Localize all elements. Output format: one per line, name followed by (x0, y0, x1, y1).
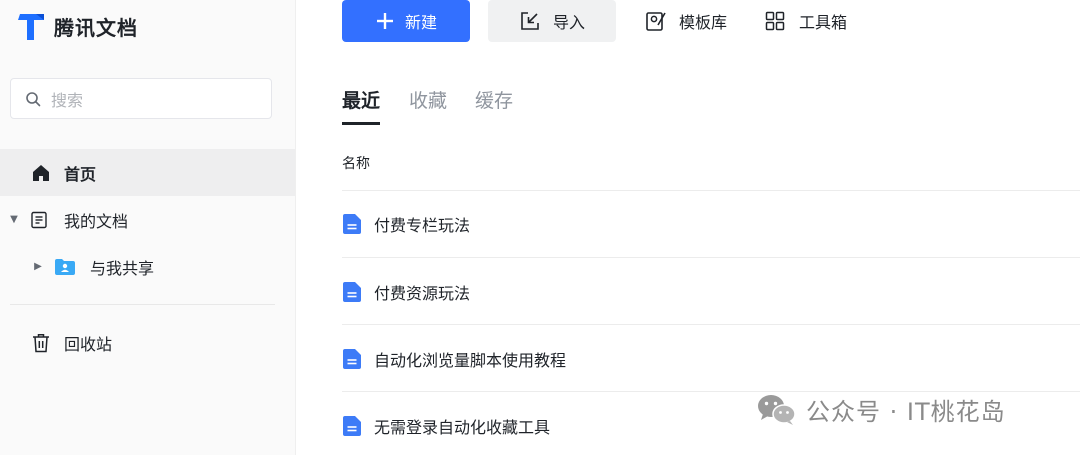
document-name: 自动化浏览量脚本使用教程 (374, 351, 567, 370)
shared-folder-icon (55, 258, 75, 275)
search-placeholder: 搜索 (51, 90, 84, 110)
row-divider (342, 324, 1080, 325)
sidebar-item-trash[interactable]: 回收站 (0, 319, 295, 366)
tab-recent[interactable]: 最近 (342, 86, 380, 113)
new-button-label: 新建 (404, 13, 437, 32)
toolbox-label: 工具箱 (799, 13, 848, 32)
sidebar-item-label: 首页 (64, 164, 97, 184)
sidebar-item-home[interactable]: 首页 (0, 149, 295, 196)
document-name: 付费资源玩法 (374, 284, 471, 303)
table-row[interactable]: 自动化浏览量脚本使用教程 (342, 345, 566, 373)
caret-right-icon[interactable]: ▶ (32, 261, 44, 272)
caret-down-icon[interactable]: ▼ (8, 214, 20, 225)
wechat-icon (758, 394, 796, 425)
template-icon (646, 12, 666, 31)
table-row[interactable]: 付费资源玩法 (342, 278, 470, 306)
sidebar-item-my-documents[interactable]: ▼ 我的文档 (0, 196, 295, 243)
tab-cache[interactable]: 缓存 (475, 86, 513, 113)
row-divider (342, 257, 1080, 258)
table-row[interactable]: 无需登录自动化收藏工具 (342, 412, 550, 440)
table-row[interactable]: 付费专栏玩法 (342, 210, 470, 238)
watermark: 公众号 · IT桃花岛 (756, 392, 1006, 427)
document-name: 付费专栏玩法 (374, 216, 471, 235)
template-library-button[interactable]: 模板库 (645, 0, 735, 42)
import-button[interactable]: 导入 (488, 0, 616, 42)
template-library-label: 模板库 (679, 13, 728, 32)
app-logo[interactable]: 腾讯文档 (16, 10, 138, 42)
toolbox-grid-icon (765, 11, 785, 31)
sidebar: 腾讯文档 搜索 首页 ▼ 我的文档 ▶ 与我共享 回收站 (0, 0, 296, 455)
app-name: 腾讯文档 (54, 15, 138, 40)
tencent-docs-logo-icon (18, 14, 44, 40)
toolbox-button[interactable]: 工具箱 (765, 0, 855, 42)
sidebar-item-label: 我的文档 (64, 211, 129, 231)
doc-file-icon (343, 416, 361, 436)
plus-icon (376, 13, 393, 29)
sidebar-item-label: 与我共享 (90, 258, 155, 278)
doc-file-icon (343, 349, 361, 369)
import-icon (521, 12, 539, 30)
home-icon (33, 164, 49, 181)
sidebar-divider (10, 304, 275, 305)
watermark-text: 公众号 · IT桃花岛 (806, 398, 1006, 426)
tab-favorites[interactable]: 收藏 (409, 86, 447, 113)
document-name: 无需登录自动化收藏工具 (374, 418, 551, 437)
import-button-label: 导入 (552, 13, 585, 32)
active-tab-indicator (342, 122, 380, 125)
sidebar-item-shared-with-me[interactable]: ▶ 与我共享 (0, 243, 295, 290)
doc-file-icon (343, 282, 361, 302)
row-divider (342, 190, 1080, 191)
sidebar-item-label: 回收站 (64, 334, 113, 354)
new-button[interactable]: 新建 (342, 0, 470, 42)
doc-file-icon (343, 214, 361, 234)
search-box[interactable]: 搜索 (10, 78, 272, 119)
search-icon (26, 91, 41, 106)
column-header-name[interactable]: 名称 (342, 153, 370, 173)
trash-icon (33, 333, 49, 352)
document-icon (31, 211, 47, 228)
